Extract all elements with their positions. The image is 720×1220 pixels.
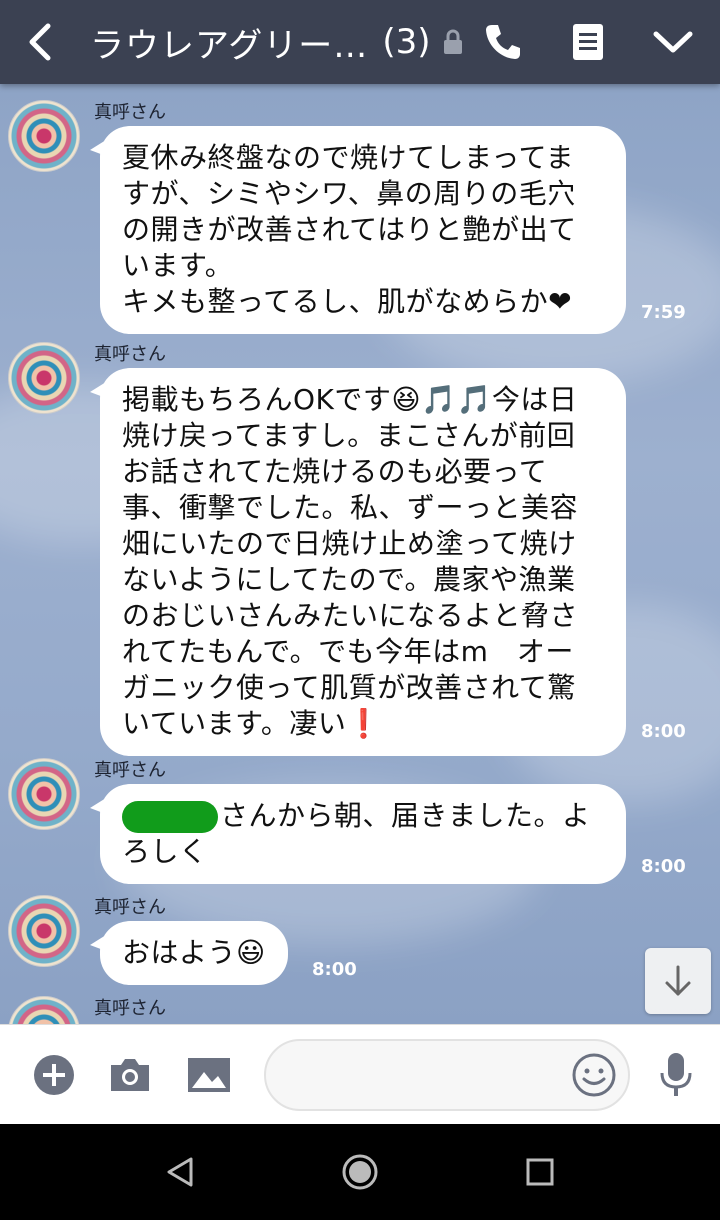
notes-icon	[573, 24, 603, 60]
nav-back-button[interactable]	[156, 1148, 204, 1196]
sender-name: 真呼さん	[94, 760, 166, 781]
message-line: います。	[122, 249, 234, 282]
mic-button[interactable]	[652, 1051, 700, 1099]
camera-icon	[111, 1059, 149, 1091]
message-bubble[interactable]: 掲載もちろんOKです😆🎵🎵今は日 焼け戻ってますし。まこさんが前回 お話されてた…	[90, 368, 626, 756]
avatar[interactable]	[8, 100, 80, 172]
system-nav-bar	[0, 1124, 720, 1220]
notes-button[interactable]	[553, 0, 623, 84]
message-bubble[interactable]: さんから朝、届きました。よ ろしく	[90, 784, 626, 884]
member-count: (3)	[382, 22, 431, 62]
message-line: キメも整ってるし、肌がなめらか❤	[122, 285, 573, 318]
message-line: ガニック使って肌質が改善されて驚	[122, 671, 576, 704]
avatar[interactable]	[8, 758, 80, 830]
message-line: ないようにしてたので。農家や漁業	[122, 563, 576, 596]
message-line: の開きが改善されてはりと艶が出て	[122, 213, 577, 246]
avatar[interactable]	[8, 895, 80, 967]
message-bubble[interactable]: おはよう😃	[90, 921, 288, 985]
message-line: さんから朝、届きました。よ	[122, 798, 604, 834]
message-line: 焼け戻ってますし。まこさんが前回	[122, 419, 576, 452]
sender-name: 真呼さん	[94, 344, 166, 365]
avatar[interactable]	[8, 996, 80, 1024]
message-line: すが、シミやシワ、鼻の周りの毛穴	[122, 177, 576, 210]
sender-name: 真呼さん	[94, 998, 166, 1019]
nav-home-button[interactable]	[336, 1148, 384, 1196]
message-line: 夏休み終盤なので焼けてしまってま	[122, 141, 575, 174]
chat-title[interactable]: ラウレアグリー…	[90, 18, 368, 67]
message-line: れてたもんで。でも今年はm オー	[122, 635, 574, 668]
plus-circle-icon	[34, 1055, 74, 1095]
chat-area[interactable]: 真呼さん 夏休み終盤なので焼けてしまってま すが、シミやシワ、鼻の周りの毛穴 の…	[0, 84, 720, 1024]
home-circle-icon	[342, 1154, 378, 1190]
arrow-down-icon	[665, 965, 691, 996]
redacted-name	[122, 801, 218, 833]
nav-recents-button[interactable]	[516, 1148, 564, 1196]
menu-button[interactable]	[638, 0, 708, 84]
call-button[interactable]	[468, 0, 538, 84]
back-button[interactable]	[0, 0, 80, 84]
message-line: いています。凄い❗	[122, 707, 382, 740]
phone-icon	[486, 25, 520, 59]
message-line: ろしく	[122, 835, 208, 868]
chevron-down-icon	[653, 31, 693, 53]
message-line: のおじいさんみたいになるよと脅さ	[122, 599, 579, 632]
message-line: おはよう😃	[122, 936, 266, 969]
triangle-back-icon	[167, 1157, 193, 1187]
square-recents-icon	[526, 1158, 554, 1186]
sender-name: 真呼さん	[94, 897, 166, 918]
message-time: 8:00	[641, 721, 686, 742]
add-button[interactable]	[30, 1051, 78, 1099]
sender-name: 真呼さん	[94, 102, 166, 123]
message-time: 8:00	[641, 856, 686, 877]
emoji-button[interactable]	[570, 1051, 618, 1099]
image-button[interactable]	[184, 1051, 234, 1099]
message-bubble[interactable]: 夏休み終盤なので焼けてしまってま すが、シミやシワ、鼻の周りの毛穴 の開きが改善…	[90, 126, 626, 334]
lock-icon	[442, 28, 466, 56]
smiley-icon	[572, 1053, 616, 1097]
message-time: 8:00	[312, 959, 357, 980]
mic-icon	[660, 1053, 692, 1096]
image-icon	[188, 1058, 230, 1092]
scroll-to-bottom-button[interactable]	[645, 948, 711, 1014]
chevron-left-icon	[29, 23, 51, 61]
message-line: 事、衝撃でした。私、ずーっと美容	[122, 491, 579, 524]
message-line: 畑にいたので日焼け止め塗って焼け	[122, 527, 577, 560]
camera-button[interactable]	[106, 1051, 154, 1099]
message-line: お話されてた焼けるのも必要って	[122, 455, 548, 488]
message-time: 7:59	[641, 302, 686, 323]
chat-header: ラウレアグリー… (3)	[0, 0, 720, 84]
message-line: 掲載もちろんOKです😆🎵🎵今は日	[122, 383, 578, 416]
message-input-bar	[0, 1024, 720, 1124]
avatar[interactable]	[8, 342, 80, 414]
